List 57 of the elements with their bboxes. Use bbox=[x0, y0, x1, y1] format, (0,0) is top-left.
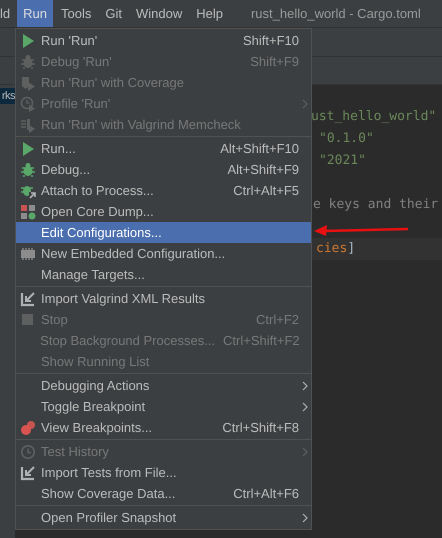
breakpoints-icon bbox=[20, 420, 36, 436]
shortcut-text: Ctrl+Alt+F5 bbox=[233, 182, 299, 200]
clock-icon bbox=[20, 444, 36, 460]
clock-play-icon bbox=[20, 96, 36, 112]
squares-bug-icon bbox=[20, 204, 36, 220]
menu-entry[interactable]: Open Core Dump... bbox=[16, 201, 311, 222]
code-text: "0.1.0" bbox=[319, 130, 374, 148]
menu-item[interactable]: Tools bbox=[54, 0, 98, 27]
menu-entry[interactable]: Debugging Actions bbox=[16, 375, 311, 396]
menu-item[interactable]: Run bbox=[17, 0, 53, 27]
shield-play-icon bbox=[20, 74, 36, 90]
menu-entry[interactable]: Show Coverage Data... Ctrl+Alt+F6 bbox=[16, 483, 311, 504]
code-text: e keys and their bbox=[313, 196, 438, 214]
shortcut-text: Alt+Shift+F9 bbox=[227, 160, 299, 179]
code-text: cies bbox=[316, 240, 348, 258]
chevron-icon bbox=[302, 512, 308, 522]
play-icon bbox=[20, 140, 36, 156]
chevron-icon bbox=[302, 446, 308, 456]
menu-entry[interactable]: Run 'Run' Shift+F10 bbox=[16, 30, 311, 51]
menu-entry[interactable]: Toggle Breakpoint bbox=[16, 396, 311, 417]
window-title: rust_hello_world - Cargo.toml bbox=[250, 4, 421, 23]
menu-entry[interactable]: Attach to Process... Ctrl+Alt+F5 bbox=[16, 180, 311, 201]
menu-entry[interactable]: View Breakpoints... Ctrl+Shift+F8 bbox=[16, 417, 311, 438]
menu-entry[interactable]: New Embedded Configuration... bbox=[16, 243, 311, 264]
bug-icon bbox=[20, 162, 36, 178]
code-text: ] bbox=[347, 240, 356, 258]
menu-entry[interactable]: Import Tests from File... bbox=[16, 462, 311, 483]
menu-item[interactable]: Git bbox=[99, 0, 128, 27]
menu-item[interactable]: Help bbox=[190, 0, 229, 27]
bug-icon bbox=[20, 54, 36, 70]
code-text: ust_hello_world" bbox=[311, 108, 436, 126]
menu-entry[interactable]: Manage Targets... bbox=[16, 264, 311, 285]
menu-entry[interactable]: Run... Alt+Shift+F10 bbox=[16, 138, 311, 159]
shortcut-text: Shift+F10 bbox=[242, 32, 299, 50]
shortcut-text: Ctrl+Shift+F8 bbox=[222, 418, 299, 437]
bars-play-icon bbox=[20, 116, 36, 132]
chevron-icon bbox=[302, 402, 308, 412]
menu-item[interactable]: Window bbox=[130, 0, 188, 27]
shortcut-text: Ctrl+Shift+F2 bbox=[223, 332, 300, 350]
shortcut-text: Shift+F9 bbox=[250, 52, 299, 71]
menu-entry[interactable]: Edit Configurations... bbox=[16, 222, 311, 243]
code-text: "2021" bbox=[319, 152, 366, 170]
import-arrow-icon bbox=[20, 464, 36, 480]
shortcut-text: Ctrl+Alt+F6 bbox=[233, 484, 299, 503]
shortcut-text: Alt+Shift+F10 bbox=[220, 140, 299, 158]
chevron-icon bbox=[302, 98, 308, 108]
menu-entry[interactable]: Open Profiler Snapshot bbox=[16, 507, 311, 528]
stop-icon bbox=[20, 312, 36, 328]
menu-entry[interactable]: Debug... Alt+Shift+F9 bbox=[16, 159, 311, 180]
menu-entry[interactable]: Import Valgrind XML Results bbox=[16, 288, 311, 309]
tree-item[interactable]: rks bbox=[0, 88, 15, 104]
play-icon bbox=[20, 32, 36, 48]
menu-item[interactable]: ld bbox=[0, 0, 16, 27]
chevron-icon bbox=[302, 380, 308, 390]
import-arrow-icon bbox=[20, 290, 36, 306]
shortcut-text: Ctrl+F2 bbox=[256, 310, 299, 329]
chip-icon bbox=[20, 246, 36, 262]
